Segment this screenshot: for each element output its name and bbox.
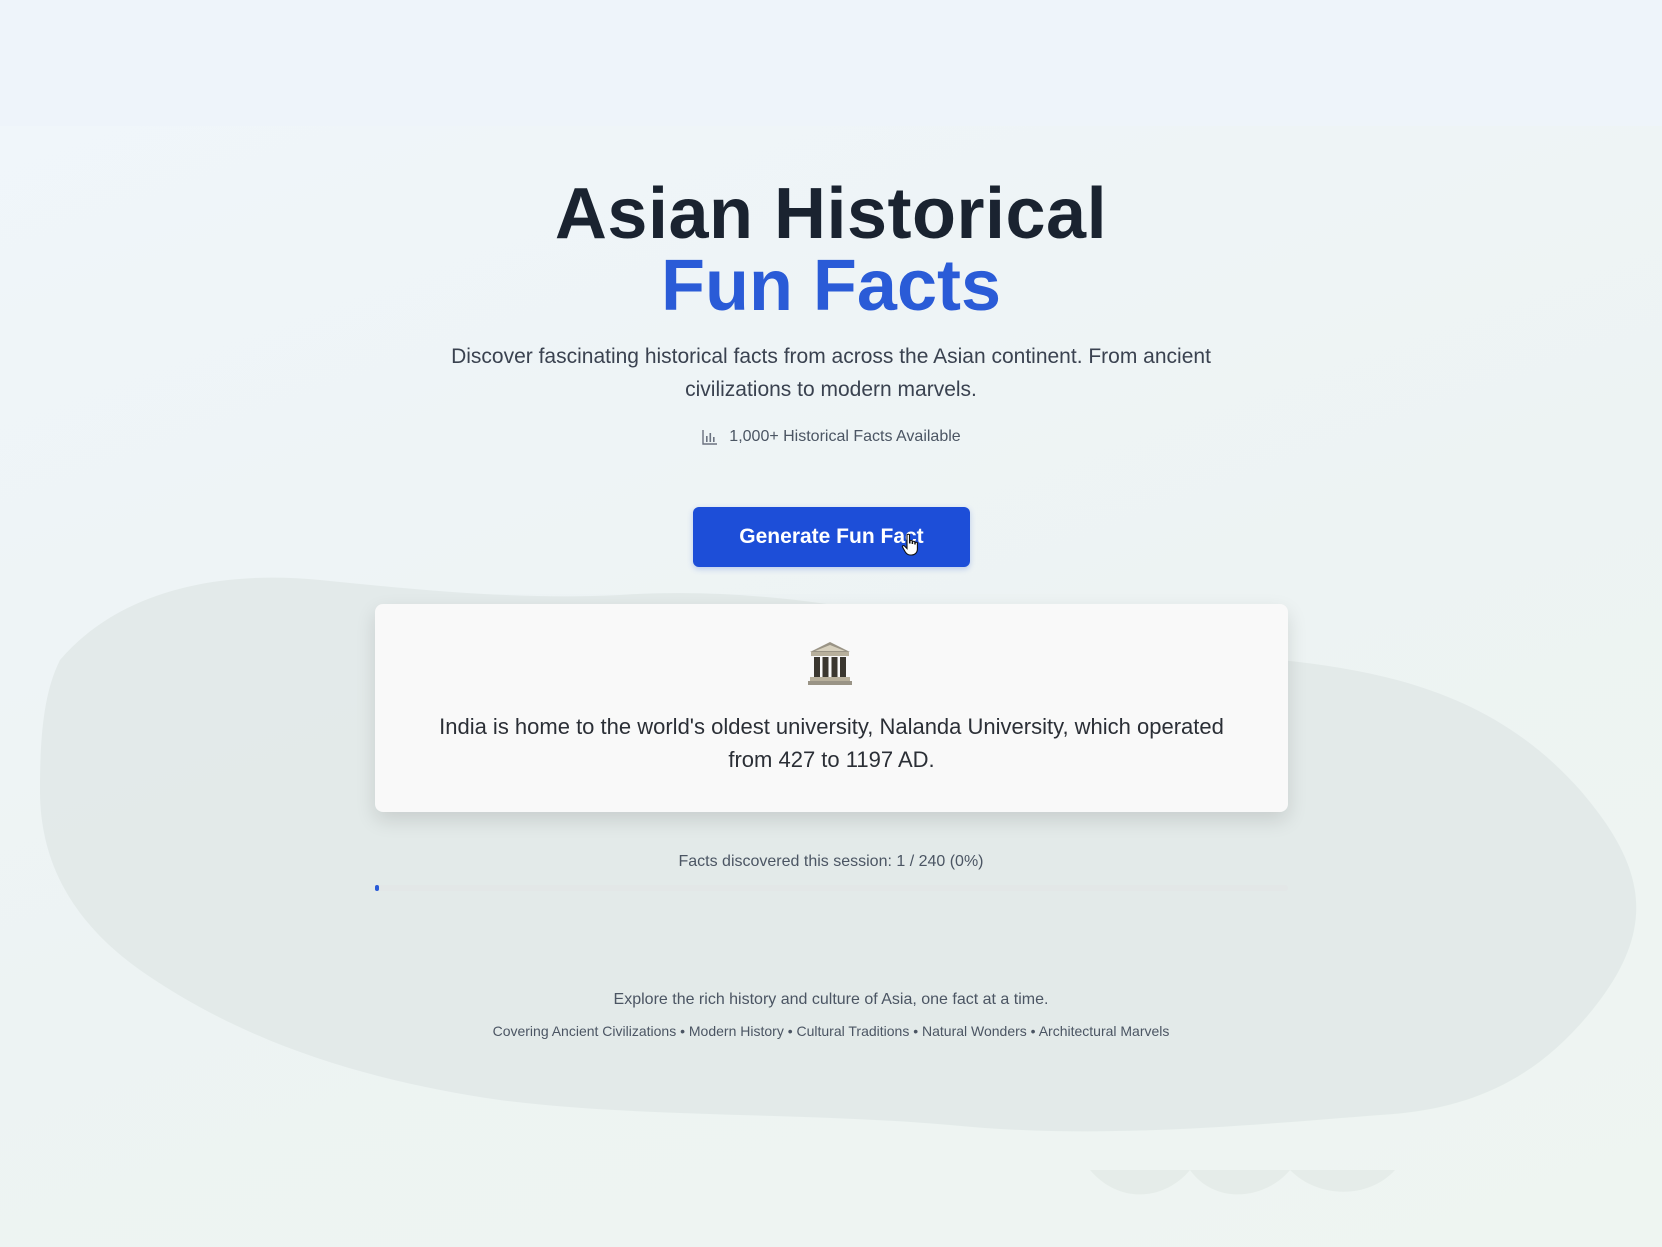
fact-count-label: 1,000+ Historical Facts Available [729, 428, 961, 445]
fact-text: India is home to the world's oldest univ… [439, 714, 1224, 772]
classical-building-icon [808, 642, 852, 685]
session-progress-label: Facts discovered this session: 1 / 240 (… [678, 853, 984, 870]
footer-topics: Covering Ancient Civilizations • Modern … [492, 1023, 1170, 1039]
page-subtitle: Discover fascinating historical facts fr… [451, 345, 1211, 401]
hand-cursor-icon [901, 533, 918, 556]
session-progress-bar [375, 885, 1288, 891]
fact-count-row: 1,000+ Historical Facts Available [0, 428, 1662, 446]
bar-chart-icon [702, 430, 718, 445]
fact-card: India is home to the world's oldest univ… [375, 604, 1288, 812]
page-title-line2: Fun Facts [660, 246, 1002, 326]
generate-fun-fact-button[interactable]: Generate Fun Fact [693, 507, 970, 567]
footer-tagline: Explore the rich history and culture of … [613, 991, 1049, 1008]
session-progress-fill [375, 885, 379, 891]
